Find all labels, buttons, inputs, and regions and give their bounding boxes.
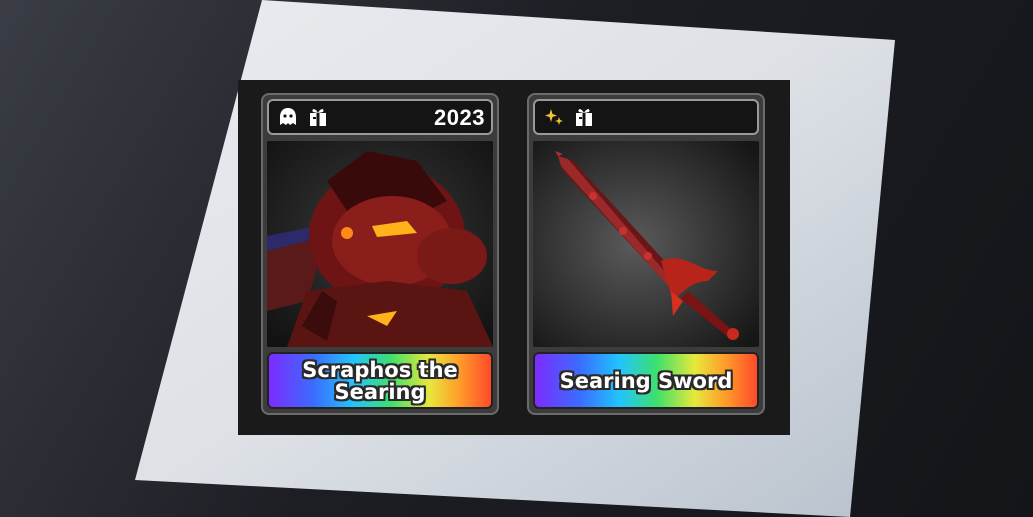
item-name-bar: Scraphos the Searing	[267, 352, 493, 409]
item-name-bar: Searing Sword	[533, 352, 759, 409]
gift-box-icon	[576, 109, 592, 126]
gift-box-icon	[310, 109, 326, 126]
card-header: 2023	[267, 99, 493, 135]
item-name: Scraphos the Searing	[302, 357, 458, 404]
item-image-searing-sword	[533, 141, 759, 347]
item-name: Searing Sword	[559, 368, 733, 393]
card-header	[533, 99, 759, 135]
item-card-searing-sword[interactable]: Searing Sword	[527, 93, 765, 415]
item-image-scraphos	[267, 141, 493, 347]
item-card-scraphos[interactable]: 2023 Scraphos the Searing	[261, 93, 499, 415]
year-label: 2023	[434, 105, 485, 130]
sparkle-icon	[545, 109, 563, 125]
item-showcase-frame: 2023 Scraphos the Searing Searing Sword	[238, 80, 790, 435]
ghost-icon	[280, 108, 296, 125]
